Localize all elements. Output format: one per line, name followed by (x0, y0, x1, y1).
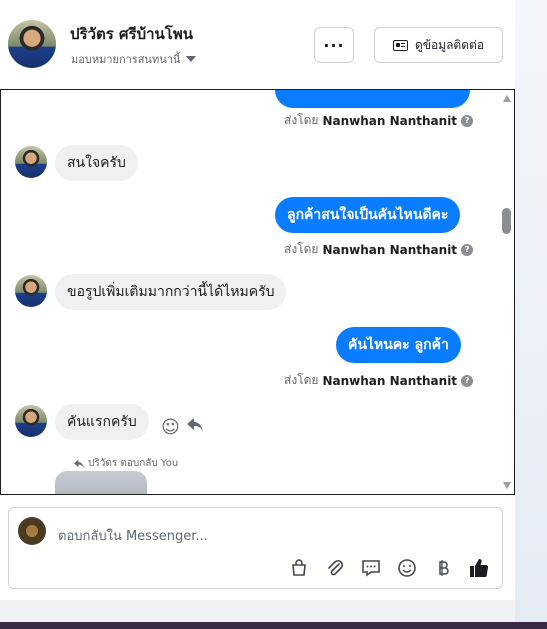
emoji-icon[interactable] (396, 557, 418, 579)
contact-name[interactable]: ปริวัตร ศรีบ้านโพน (70, 22, 193, 46)
scroll-down-icon[interactable] (503, 482, 511, 489)
reply-arrow-icon (74, 459, 84, 468)
sender-avatar[interactable] (15, 405, 47, 437)
scroll-up-icon[interactable] (503, 95, 511, 102)
help-icon[interactable]: ? (461, 243, 474, 256)
emoji-icon[interactable]: ☺ (161, 417, 180, 438)
composer-toolbar (288, 557, 490, 579)
help-icon[interactable]: ? (461, 114, 474, 127)
message-bubble-incoming[interactable]: คันแรกครับ (55, 404, 149, 440)
message-bubble-outgoing[interactable]: ลูกค้าสนใจเป็นคันไหนดีคะ (275, 197, 461, 233)
reply-input[interactable]: ตอบกลับใน Messenger... (58, 525, 208, 546)
taskbar-edge (0, 622, 547, 629)
sent-by-line: ส่งโดย Nanwhan Nanthanit ? (284, 371, 474, 390)
help-icon[interactable]: ? (461, 374, 474, 387)
message-bubble-incoming[interactable]: สนใจครับ (55, 145, 138, 181)
page-avatar (18, 517, 46, 545)
message-bubble-incoming[interactable]: ขอรูปเพิ่มเติมมากกว่านี้ได้ไหมครับ (55, 274, 287, 310)
conversation-header: ปริวัตร ศรีบ้านโพน มอบหมายการสนทนานี้ ··… (0, 0, 515, 88)
paperclip-icon[interactable] (324, 557, 346, 579)
message-thread[interactable]: ส่งโดย Nanwhan Nanthanit ? สนใจครับ ลูกค… (0, 89, 515, 495)
message-bubble-outgoing-partial (275, 90, 470, 108)
shopping-bag-icon[interactable] (288, 557, 310, 579)
reply-icon[interactable] (186, 417, 204, 438)
scrollbar[interactable] (500, 90, 514, 494)
image-attachment[interactable] (55, 471, 147, 494)
view-contact-button[interactable]: ดูข้อมูลติดต่อ (374, 27, 503, 63)
contact-avatar[interactable] (8, 20, 56, 68)
scroll-thumb[interactable] (502, 208, 511, 234)
chat-bubble-icon[interactable] (360, 557, 382, 579)
more-icon: ··· (323, 35, 345, 55)
view-contact-label: ดูข้อมูลติดต่อ (414, 37, 485, 52)
reply-composer[interactable]: ตอบกลับใน Messenger... (8, 507, 503, 589)
assign-dropdown[interactable]: มอบหมายการสนทนานี้ (71, 50, 197, 68)
sent-by-line: ส่งโดย Nanwhan Nanthanit ? (284, 240, 474, 259)
caret-down-icon (186, 56, 197, 62)
panel-footer-gap (0, 600, 515, 622)
side-background (515, 0, 547, 629)
thumbs-up-icon[interactable] (468, 557, 490, 579)
reply-note: ปริวัตร ตอบกลับ You (73, 456, 178, 471)
sender-avatar[interactable] (15, 146, 47, 178)
contact-card-icon (392, 39, 408, 51)
baht-icon[interactable] (432, 557, 454, 579)
more-button[interactable]: ··· (314, 27, 354, 63)
sent-by-line: ส่งโดย Nanwhan Nanthanit ? (284, 111, 474, 130)
sender-avatar[interactable] (15, 275, 47, 307)
assign-label: มอบหมายการสนทนานี้ (71, 53, 181, 66)
message-bubble-outgoing[interactable]: คันไหนคะ ลูกค้า (336, 327, 461, 363)
